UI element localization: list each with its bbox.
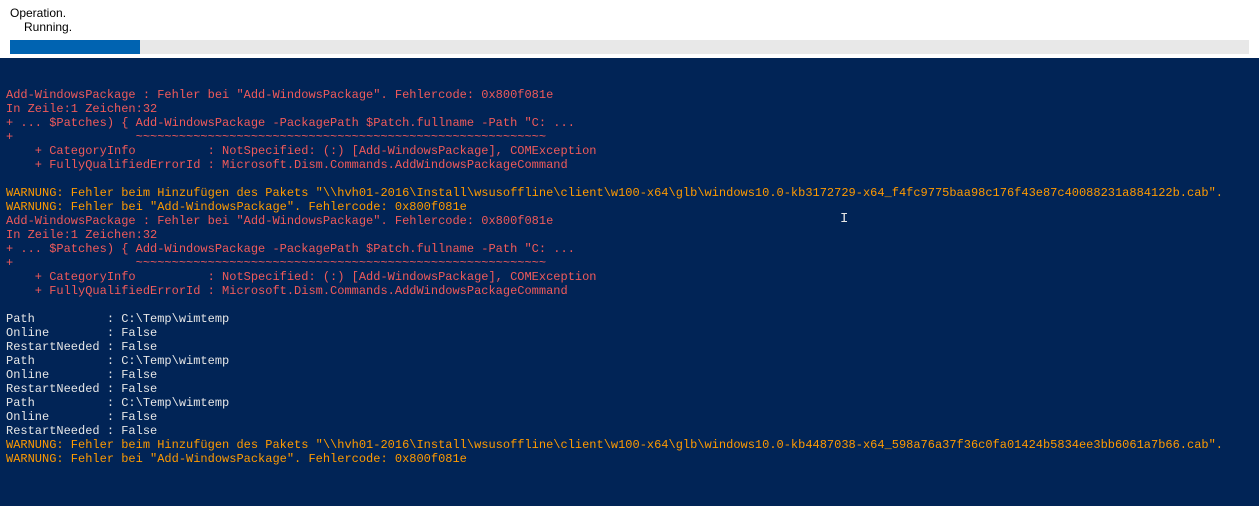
console-line: Path : C:\Temp\wimtemp: [6, 396, 1253, 410]
console-line: RestartNeeded : False: [6, 424, 1253, 438]
console-line: + CategoryInfo : NotSpecified: (:) [Add-…: [6, 270, 1253, 284]
console-line: + ~~~~~~~~~~~~~~~~~~~~~~~~~~~~~~~~~~~~~~…: [6, 256, 1253, 270]
console-line: WARNUNG: Fehler bei "Add-WindowsPackage"…: [6, 200, 1253, 214]
operation-label: Operation.: [10, 6, 1249, 20]
console-line: + ... $Patches) { Add-WindowsPackage -Pa…: [6, 242, 1253, 256]
console-line: In Zeile:1 Zeichen:32: [6, 228, 1253, 242]
console-line: WARNUNG: Fehler beim Hinzufügen des Pake…: [6, 186, 1253, 200]
console-line: Online : False: [6, 326, 1253, 340]
console-line: WARNUNG: Fehler bei "Add-WindowsPackage"…: [6, 452, 1253, 466]
console-line: + ... $Patches) { Add-WindowsPackage -Pa…: [6, 116, 1253, 130]
status-label: Running.: [10, 20, 1249, 34]
console-line: WARNUNG: Fehler beim Hinzufügen des Pake…: [6, 438, 1253, 452]
console-line: + CategoryInfo : NotSpecified: (:) [Add-…: [6, 144, 1253, 158]
powershell-console[interactable]: I Add-WindowsPackage : Fehler bei "Add-W…: [0, 58, 1259, 506]
console-line: Online : False: [6, 368, 1253, 382]
console-line: [6, 298, 1253, 312]
console-line: Path : C:\Temp\wimtemp: [6, 354, 1253, 368]
progress-bar-fill: [10, 40, 140, 54]
console-line: In Zeile:1 Zeichen:32: [6, 102, 1253, 116]
console-line: Add-WindowsPackage : Fehler bei "Add-Win…: [6, 88, 1253, 102]
console-line: Online : False: [6, 410, 1253, 424]
progress-bar-track: [10, 40, 1249, 54]
console-line: RestartNeeded : False: [6, 382, 1253, 396]
console-line: Add-WindowsPackage : Fehler bei "Add-Win…: [6, 214, 1253, 228]
console-line: Path : C:\Temp\wimtemp: [6, 312, 1253, 326]
console-line: [6, 172, 1253, 186]
console-line: + FullyQualifiedErrorId : Microsoft.Dism…: [6, 158, 1253, 172]
progress-dialog-header: Operation. Running.: [0, 0, 1259, 58]
console-line: + ~~~~~~~~~~~~~~~~~~~~~~~~~~~~~~~~~~~~~~…: [6, 130, 1253, 144]
console-line: RestartNeeded : False: [6, 340, 1253, 354]
console-line: + FullyQualifiedErrorId : Microsoft.Dism…: [6, 284, 1253, 298]
